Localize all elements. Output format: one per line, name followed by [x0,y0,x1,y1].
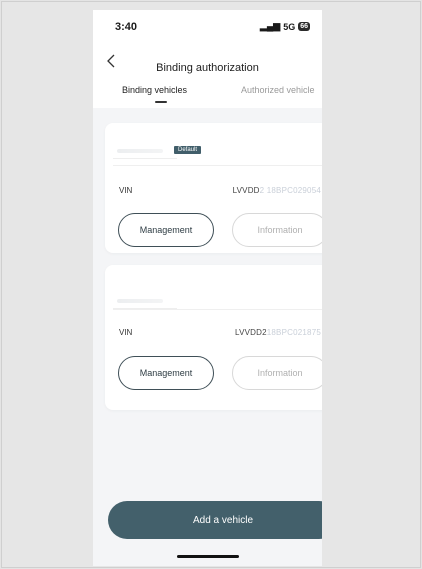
battery-icon: 66 [298,22,310,31]
divider [113,309,322,310]
license-plate-area [113,131,177,159]
active-tab-indicator [155,101,167,103]
phone-screen: 3:40 ▂▄▆ 5G 66 Binding authorization Bin… [93,10,322,566]
signal-icon: ▂▄▆ [259,21,281,31]
vin-prefix: LVVDD [232,186,260,195]
status-time: 3:40 [115,21,138,33]
home-indicator [177,555,239,558]
vehicle-card: VIN LVVDD218BPC021875 Management Informa… [105,265,322,410]
management-button[interactable]: Management [118,356,214,390]
information-button[interactable]: Information [232,213,322,247]
network-label: 5G [283,21,296,32]
license-plate-area [113,273,177,309]
vehicle-card: Default VIN LVVDD2 18BPC029054 Managemen… [105,123,322,253]
page-title: Binding authorization [156,62,259,74]
vin-label: VIN [119,186,133,195]
divider [113,165,322,166]
plate-number-blurred [117,149,163,153]
add-vehicle-button[interactable]: Add a vehicle [108,501,322,539]
tab-authorized-vehicle[interactable]: Authorized vehicle [241,85,315,95]
tab-binding-vehicles[interactable]: Binding vehicles [122,85,187,95]
status-bar: 3:40 ▂▄▆ 5G 66 [93,10,322,40]
vin-prefix: LVVDD2 [235,328,267,337]
vin-masked: 18BPC021875 [266,328,321,337]
tab-bar: Binding vehicles Authorized vehicle [93,80,322,108]
management-button[interactable]: Management [118,213,214,247]
nav-bar: Binding authorization [93,40,322,80]
vin-value: LVVDD2 18BPC029054 [233,186,321,195]
information-button[interactable]: Information [232,356,322,390]
plate-number-blurred [117,299,163,303]
default-badge: Default [174,146,202,154]
vin-label: VIN [119,328,133,337]
vin-value: LVVDD218BPC021875 [235,328,321,337]
status-indicators: ▂▄▆ 5G 66 [260,21,310,32]
vin-masked: 2 18BPC029054 [259,186,321,195]
